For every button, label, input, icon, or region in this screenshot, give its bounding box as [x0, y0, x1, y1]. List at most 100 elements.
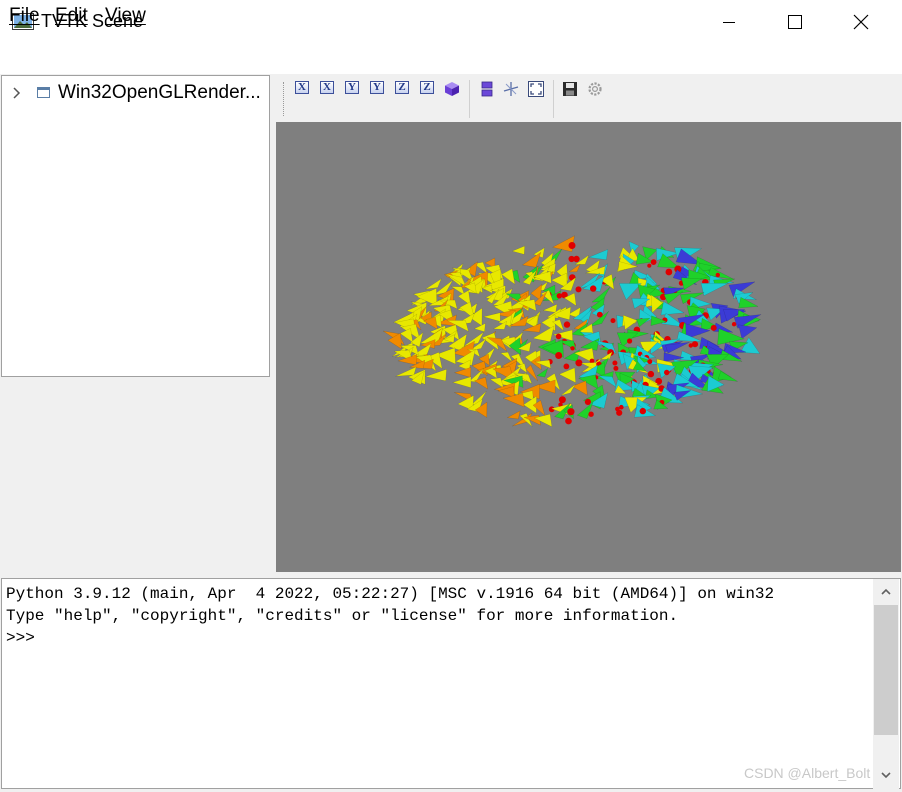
- point-marker: [627, 338, 633, 344]
- chevron-down-icon: [881, 772, 891, 779]
- close-button[interactable]: [838, 0, 884, 44]
- configure-scene-button[interactable]: [587, 81, 603, 97]
- cone-glyph: [506, 410, 521, 420]
- point-marker: [570, 346, 575, 351]
- console-prompt[interactable]: >>>: [6, 629, 35, 647]
- full-screen-icon: [528, 81, 544, 97]
- close-icon: [853, 14, 869, 30]
- window-icon: [37, 87, 50, 98]
- cone-glyph: [680, 277, 703, 290]
- point-marker: [567, 408, 575, 416]
- point-marker: [715, 272, 720, 278]
- full-screen-button[interactable]: [528, 81, 544, 97]
- point-marker: [639, 407, 646, 415]
- view-minus-x-icon: X: [320, 81, 334, 94]
- save-button[interactable]: [562, 81, 578, 97]
- point-marker: [573, 255, 580, 263]
- view-minus-x-button[interactable]: X: [320, 81, 336, 97]
- point-marker: [731, 322, 737, 327]
- point-marker: [588, 411, 594, 417]
- scroll-up-button[interactable]: [873, 580, 899, 604]
- watermark: CSDN @Albert_Bolt: [744, 765, 871, 781]
- cone-glyph: [558, 367, 576, 384]
- cone-glyph: [482, 312, 501, 322]
- point-marker: [665, 268, 673, 276]
- point-marker: [710, 324, 717, 331]
- view-plus-z-icon: Z: [395, 81, 409, 94]
- menu-bar: [0, 44, 902, 74]
- point-marker: [555, 333, 562, 340]
- parallel-projection-button[interactable]: [479, 81, 495, 97]
- view-plus-x-button[interactable]: X: [295, 81, 311, 97]
- cone-glyph: [521, 251, 542, 268]
- cone-glyph: [536, 367, 549, 378]
- point-marker: [616, 409, 623, 416]
- point-marker: [613, 365, 619, 371]
- cone-glyph: [489, 377, 505, 389]
- point-marker: [563, 363, 570, 370]
- toolbar-separator: [553, 80, 554, 118]
- axes-indicator-icon: [503, 82, 519, 96]
- point-marker: [565, 417, 572, 425]
- cone-glyph: [500, 351, 513, 363]
- point-marker: [568, 242, 576, 249]
- cone-glyph: [568, 263, 581, 273]
- view-plus-y-button[interactable]: Y: [345, 81, 361, 97]
- minimize-button[interactable]: [706, 0, 752, 44]
- menu-view[interactable]: View: [105, 5, 146, 27]
- point-marker: [650, 259, 657, 265]
- view-plus-y-icon: Y: [345, 81, 359, 94]
- cone-glyph: [738, 324, 758, 340]
- point-marker: [590, 285, 597, 292]
- isometric-view-button[interactable]: [444, 81, 460, 97]
- view-minus-z-icon: Z: [420, 81, 434, 94]
- cone-glyph: [660, 301, 685, 316]
- render-viewport[interactable]: [276, 122, 901, 572]
- cone-glyph: [451, 376, 472, 389]
- scrollbar-thumb[interactable]: [874, 605, 898, 735]
- tree-node-label: Win32OpenGLRender...: [58, 82, 261, 103]
- chevron-right-icon[interactable]: [11, 86, 23, 100]
- menu-edit[interactable]: Edit: [55, 5, 88, 27]
- cone-glyph: [700, 282, 729, 297]
- cone-glyph: [511, 245, 525, 255]
- point-marker: [556, 293, 562, 299]
- cone-glyph: [542, 303, 558, 313]
- toolbar-grip[interactable]: [283, 82, 285, 116]
- point-marker: [555, 352, 563, 359]
- isometric-view-icon: [445, 82, 459, 96]
- maximize-icon: [788, 15, 802, 29]
- view-minus-y-button[interactable]: Y: [370, 81, 386, 97]
- point-marker: [610, 318, 616, 324]
- console-line-banner: Python 3.9.12 (main, Apr 4 2022, 05:22:2…: [6, 585, 775, 603]
- cone-glyph: [453, 366, 472, 378]
- cone-glyph: [599, 351, 613, 360]
- toolbar-separator: [469, 80, 470, 118]
- point-marker: [575, 286, 582, 293]
- cone-glyph: [587, 249, 609, 260]
- view-minus-z-button[interactable]: Z: [420, 81, 436, 97]
- configure-scene-icon: [588, 82, 602, 96]
- point-marker: [664, 369, 670, 376]
- cone-glyph: [425, 278, 442, 290]
- tree-node-render-window[interactable]: Win32OpenGLRender...: [2, 80, 269, 104]
- point-marker: [612, 360, 618, 366]
- scroll-down-button[interactable]: [873, 763, 899, 787]
- cone-glyph: [560, 384, 576, 396]
- cone-glyph: [636, 318, 651, 328]
- chevron-up-icon: [881, 588, 891, 595]
- maximize-button[interactable]: [772, 0, 818, 44]
- minimize-icon: [723, 22, 735, 23]
- point-marker: [584, 398, 591, 405]
- cone-glyph: [663, 352, 684, 362]
- point-marker: [558, 396, 566, 404]
- point-marker: [647, 263, 652, 268]
- view-plus-z-button[interactable]: Z: [395, 81, 411, 97]
- point-marker: [563, 321, 571, 328]
- point-marker: [647, 370, 655, 378]
- glyph-point-cloud: [382, 235, 762, 428]
- axes-indicator-button[interactable]: [503, 81, 519, 97]
- menu-file[interactable]: File: [9, 5, 40, 27]
- cone-glyph: [571, 380, 588, 396]
- cone-glyph: [502, 393, 525, 408]
